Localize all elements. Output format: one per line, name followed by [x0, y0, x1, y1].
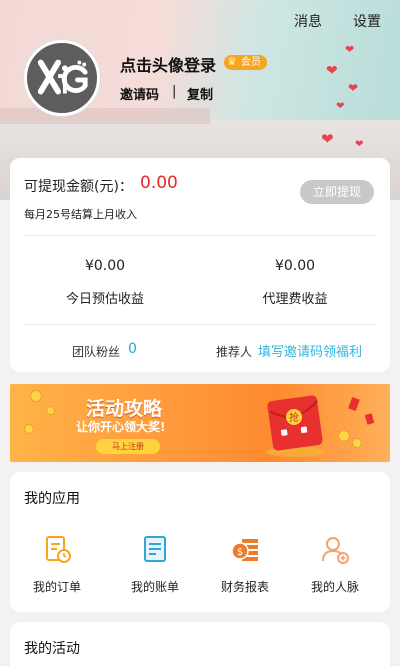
- team-fans-count[interactable]: 0: [128, 341, 137, 357]
- my-apps-title: 我的应用: [24, 491, 80, 507]
- settings-link[interactable]: 设置: [353, 11, 381, 31]
- my-apps-card: 我的应用 我的订单 我的账单 $ 财务报表 我的人脉: [10, 472, 390, 612]
- coin-decoration-icon: [30, 390, 42, 402]
- enter-invite-code-link[interactable]: 填写邀请码领福利: [258, 341, 362, 360]
- my-orders-entry[interactable]: 我的订单: [12, 534, 102, 598]
- my-activities-card: 我的活动: [10, 622, 390, 666]
- my-activities-title: 我的活动: [24, 641, 80, 657]
- withdraw-button[interactable]: 立即提现: [300, 180, 374, 204]
- register-now-button[interactable]: 马上注册: [96, 439, 160, 454]
- withdrawable-amount-label: 可提现金额(元)：: [24, 179, 133, 195]
- crown-icon: ♛: [227, 55, 237, 68]
- settlement-note: 每月25号结算上月收入: [24, 208, 137, 221]
- coin-decoration-icon: [46, 406, 55, 415]
- coin-decoration-icon: [338, 430, 350, 442]
- invite-code-divider: |: [172, 84, 177, 99]
- coin-decoration-icon: [352, 438, 362, 448]
- my-bills-label: 我的账单: [130, 580, 179, 594]
- my-contacts-entry[interactable]: 我的人脉: [290, 534, 380, 598]
- earnings-card: 可提现金额(元)： 0.00 立即提现 每月25号结算上月收入 ¥0.00 今日…: [10, 158, 390, 372]
- invite-code-label: 邀请码: [120, 88, 160, 103]
- team-fans-label: 团队粉丝: [72, 345, 121, 359]
- promo-banner[interactable]: 活动攻略 让你开心领大奖! 马上注册 抢: [10, 384, 390, 462]
- agent-fee-income-value: ¥0.00: [274, 258, 316, 274]
- finance-report-icon: $: [231, 539, 258, 561]
- order-icon: [46, 536, 71, 563]
- header-shelf-decoration: [0, 108, 210, 124]
- contacts-icon: [322, 537, 349, 564]
- divider: [24, 235, 376, 236]
- today-estimated-income-value: ¥0.00: [84, 258, 126, 274]
- svg-text:$: $: [237, 547, 243, 558]
- agent-fee-income-label: 代理费收益: [262, 292, 328, 307]
- login-prompt[interactable]: 点击头像登录: [120, 52, 216, 76]
- messages-link[interactable]: 消息: [294, 11, 322, 31]
- divider: [24, 324, 376, 325]
- my-bills-entry[interactable]: 我的账单: [110, 534, 200, 598]
- heart-decoration-icon: ❤: [336, 101, 345, 112]
- banner-title: 活动攻略: [86, 398, 163, 420]
- finance-report-entry[interactable]: $ 财务报表: [200, 534, 290, 598]
- heart-decoration-icon: ❤: [348, 81, 359, 95]
- banner-subtitle: 让你开心领大奖!: [76, 420, 166, 434]
- member-badge: ♛ 会员: [224, 55, 267, 70]
- heart-decoration-icon: ❤: [355, 139, 364, 150]
- copy-invite-code-link[interactable]: 复制: [187, 84, 213, 103]
- avatar[interactable]: [24, 40, 100, 116]
- heart-decoration-icon: ❤: [345, 43, 355, 56]
- bill-icon: [144, 536, 166, 562]
- my-contacts-label: 我的人脉: [310, 580, 359, 594]
- red-envelope-icon: 抢: [266, 395, 326, 457]
- my-orders-label: 我的订单: [32, 580, 81, 594]
- mini-envelope-decoration: [364, 413, 375, 425]
- finance-report-label: 财务报表: [220, 580, 269, 594]
- coin-decoration-icon: [24, 424, 34, 434]
- withdrawable-amount-value: 0.00: [140, 173, 178, 193]
- member-badge-label: 会员: [241, 57, 261, 68]
- heart-decoration-icon: ❤: [321, 130, 334, 148]
- mini-envelope-decoration: [348, 396, 360, 412]
- heart-decoration-icon: ❤: [326, 63, 338, 79]
- today-estimated-income-label: 今日预估收益: [65, 292, 144, 307]
- envelope-character: 抢: [289, 411, 299, 424]
- referrer-label: 推荐人: [216, 345, 253, 359]
- xig-logo-icon: [37, 59, 88, 95]
